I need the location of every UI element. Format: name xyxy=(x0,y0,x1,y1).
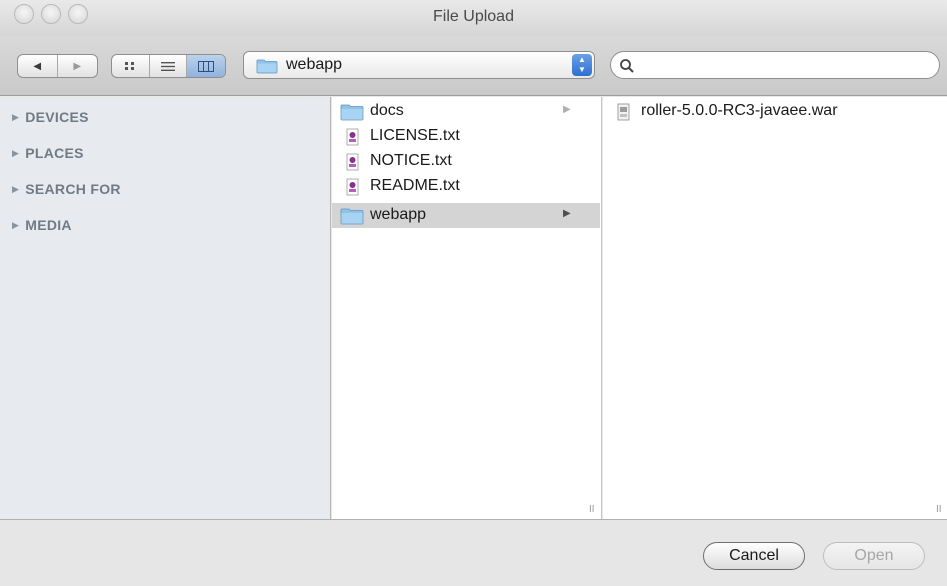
list-item-roller-war[interactable]: roller-5.0.0-RC3-javaee.war xyxy=(603,99,943,124)
list-item-webapp[interactable]: webapp ▶ xyxy=(332,203,600,228)
disclosure-triangle-icon: ▶ xyxy=(12,111,20,122)
column-resize-handle[interactable]: II xyxy=(936,504,942,515)
list-view-icon xyxy=(161,61,175,71)
disclosure-triangle-icon: ▶ xyxy=(12,219,20,230)
back-button[interactable]: ◀ xyxy=(18,55,58,77)
disclosure-triangle-icon: ▶ xyxy=(12,147,20,158)
dialog-button-bar: Cancel Open xyxy=(0,519,947,586)
back-arrow-icon: ◀ xyxy=(33,60,42,72)
open-button[interactable]: Open xyxy=(823,542,925,570)
text-document-icon xyxy=(346,178,359,196)
navigation-buttons: ◀ ▶ xyxy=(17,54,98,78)
title-bar: File Upload xyxy=(0,0,947,36)
forward-arrow-icon: ▶ xyxy=(73,60,82,72)
disclosure-triangle-icon: ▶ xyxy=(12,183,20,194)
list-item-name: roller-5.0.0-RC3-javaee.war xyxy=(641,102,838,119)
chevron-right-icon: ▶ xyxy=(563,104,571,115)
list-item-notice[interactable]: NOTICE.txt xyxy=(332,149,600,174)
search-field[interactable] xyxy=(610,51,940,79)
list-item-name: docs xyxy=(370,102,404,119)
window-title: File Upload xyxy=(433,8,514,25)
list-item-docs[interactable]: docs ▶ xyxy=(332,99,600,124)
text-document-icon xyxy=(346,153,359,171)
archive-file-icon xyxy=(617,103,630,121)
sidebar-item-label: DEVICES xyxy=(25,109,89,125)
column-view-button[interactable] xyxy=(187,55,225,77)
sidebar-item-label: SEARCH FOR xyxy=(25,181,121,197)
sidebar-item-places[interactable]: ▶ PLACES xyxy=(12,143,84,163)
folder-icon xyxy=(340,208,364,225)
forward-button[interactable]: ▶ xyxy=(58,55,98,77)
column-view-icon xyxy=(198,60,215,72)
search-icon xyxy=(620,59,634,73)
path-popup-label: webapp xyxy=(286,56,343,73)
sidebar: ▶ DEVICES ▶ PLACES ▶ SEARCH FOR ▶ MEDIA xyxy=(0,97,331,519)
search-input[interactable] xyxy=(641,55,931,75)
file-upload-dialog: File Upload ◀ ▶ webapp ▲ ▼ ▶ DEVICES ▶ P… xyxy=(0,0,947,586)
sidebar-item-devices[interactable]: ▶ DEVICES xyxy=(12,107,89,127)
popup-arrows-icon: ▲ ▼ xyxy=(572,54,592,76)
view-mode-selector xyxy=(111,54,226,78)
folder-icon xyxy=(340,104,364,121)
column-resize-handle[interactable]: II xyxy=(589,504,595,515)
list-item-license[interactable]: LICENSE.txt xyxy=(332,124,600,149)
sidebar-item-search-for[interactable]: ▶ SEARCH FOR xyxy=(12,179,121,199)
list-item-name: LICENSE.txt xyxy=(370,127,460,144)
browser-column-1[interactable]: docs ▶ LICENSE.txt NOTICE.txt README.txt xyxy=(332,97,602,519)
text-document-icon xyxy=(346,128,359,146)
sidebar-item-label: MEDIA xyxy=(25,217,72,233)
path-popup[interactable]: webapp ▲ ▼ xyxy=(243,51,595,79)
list-item-name: README.txt xyxy=(370,177,460,194)
sidebar-item-label: PLACES xyxy=(25,145,84,161)
list-item-readme[interactable]: README.txt xyxy=(332,174,600,199)
list-item-name: NOTICE.txt xyxy=(370,152,452,169)
list-item-name: webapp xyxy=(370,206,427,223)
icon-view-button[interactable] xyxy=(112,55,150,77)
sidebar-item-media[interactable]: ▶ MEDIA xyxy=(12,215,72,235)
icon-view-icon xyxy=(125,62,135,70)
toolbar: ◀ ▶ webapp ▲ ▼ xyxy=(0,36,947,96)
chevron-right-icon: ▶ xyxy=(563,208,571,219)
browser-column-2[interactable]: roller-5.0.0-RC3-javaee.war II xyxy=(603,97,947,519)
cancel-button[interactable]: Cancel xyxy=(703,542,805,570)
folder-icon xyxy=(256,59,278,74)
list-view-button[interactable] xyxy=(150,55,188,77)
